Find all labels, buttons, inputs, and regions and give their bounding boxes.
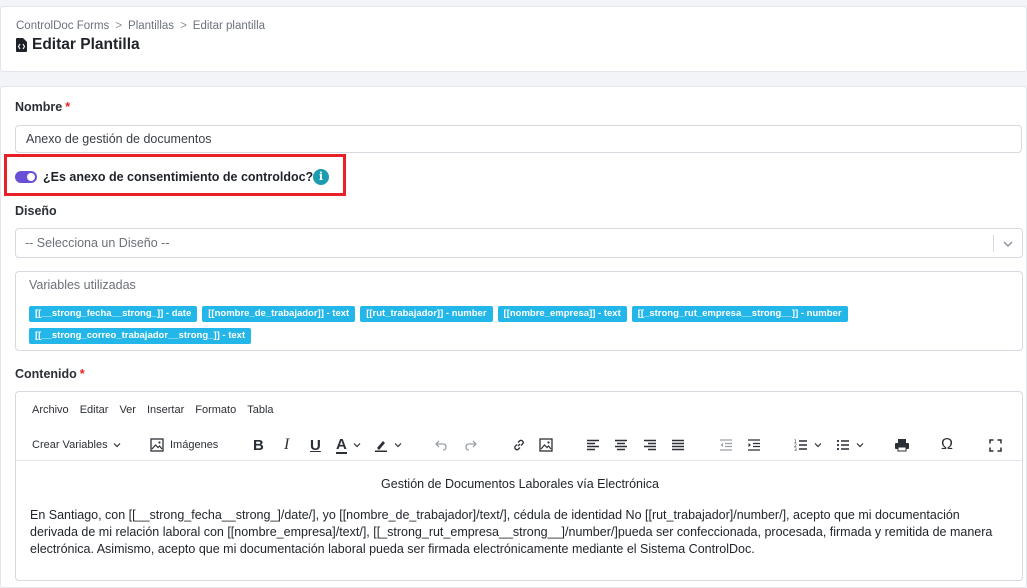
imagenes-label: Imágenes: [170, 439, 219, 451]
chevron-down-icon: [856, 443, 864, 448]
variables-title: Variables utilizadas: [29, 278, 136, 292]
indent-button[interactable]: [747, 434, 761, 456]
rich-text-editor[interactable]: Archivo Editar Ver Insertar Formato Tabl…: [15, 391, 1023, 581]
variable-chip[interactable]: [[__strong_fecha__strong_]] - date: [29, 306, 198, 322]
menu-formato[interactable]: Formato: [195, 404, 236, 416]
align-right-button[interactable]: [643, 434, 657, 456]
redo-button[interactable]: [464, 434, 478, 456]
link-icon: [514, 439, 524, 451]
code-file-icon: [16, 38, 27, 52]
align-center-icon: [615, 439, 627, 451]
menu-ver[interactable]: Ver: [119, 404, 136, 416]
variable-chip[interactable]: [[_strong_rut_empresa__strong__]] - numb…: [631, 306, 848, 322]
consent-label: ¿Es anexo de consentimiento de controldo…: [43, 170, 314, 184]
print-icon: [895, 439, 909, 452]
numbered-list-button[interactable]: 123: [794, 434, 823, 456]
align-left-icon: [587, 439, 599, 451]
variable-chip[interactable]: [[nombre_de_trabajador]] - text: [202, 306, 356, 322]
variables-chips: [[__strong_fecha__strong_]] - date [[nomb…: [29, 303, 1009, 347]
diseno-placeholder: -- Selecciona un Diseño --: [25, 236, 170, 250]
align-left-button[interactable]: [586, 434, 600, 456]
toolbar-divider: [16, 460, 1022, 461]
variable-chip[interactable]: [[__strong_correo_trabajador__strong_]] …: [29, 328, 252, 344]
chevron-down-icon: [394, 443, 402, 448]
variable-chip[interactable]: [[nombre_empresa]] - text: [497, 306, 627, 322]
bullet-list-icon: [836, 439, 849, 451]
numbered-list-icon: 123: [794, 439, 807, 452]
bold-button[interactable]: B: [253, 434, 264, 456]
outdent-icon: [720, 439, 732, 451]
font-color-button[interactable]: A: [336, 434, 362, 456]
highlighter-icon: [375, 441, 387, 452]
fullscreen-icon: [989, 438, 1002, 452]
nombre-input[interactable]: Anexo de gestión de documentos: [15, 125, 1022, 153]
chevron-down-icon[interactable]: [1002, 237, 1014, 255]
consent-toggle[interactable]: [15, 171, 37, 183]
editor-content[interactable]: Gestión de Documentos Laborales vía Elec…: [30, 476, 1010, 558]
chevron-down-icon: [814, 443, 822, 448]
highlight-color-button[interactable]: [374, 434, 403, 456]
diseno-select[interactable]: -- Selecciona un Diseño --: [15, 228, 1023, 258]
page-title-text: Editar Plantilla: [32, 36, 140, 53]
breadcrumb-plantillas[interactable]: Plantillas: [128, 20, 174, 32]
justify-button[interactable]: [671, 434, 685, 456]
breadcrumb-separator: >: [115, 20, 123, 32]
diseno-label: Diseño: [15, 204, 57, 218]
align-right-icon: [644, 439, 656, 451]
variables-box: Variables utilizadas [[__strong_fecha__s…: [15, 271, 1023, 351]
menu-archivo[interactable]: Archivo: [32, 404, 69, 416]
menu-tabla[interactable]: Tabla: [247, 404, 273, 416]
page-title: Editar Plantilla: [16, 36, 140, 54]
print-button[interactable]: [894, 434, 910, 456]
crear-variables-button[interactable]: Crear Variables: [32, 434, 122, 456]
select-divider: [993, 235, 994, 252]
underline-button[interactable]: U: [310, 434, 321, 456]
indent-icon: [748, 439, 760, 451]
justify-icon: [672, 439, 684, 451]
image-icon: [150, 438, 164, 452]
breadcrumb-current: Editar plantilla: [192, 20, 266, 32]
italic-button[interactable]: I: [284, 434, 289, 456]
editor-toolbar: Crear Variables Imágenes B I U A 1 2 3 Ω: [16, 430, 1022, 460]
outdent-button[interactable]: [719, 434, 733, 456]
insert-image-button[interactable]: [539, 434, 553, 456]
menu-insertar[interactable]: Insertar: [147, 404, 184, 416]
nombre-label: Nombre *: [15, 100, 71, 114]
image-icon: [539, 438, 553, 452]
crear-variables-label: Crear Variables: [32, 439, 108, 451]
chevron-down-icon: [353, 443, 361, 448]
document-title: Gestión de Documentos Laborales vía Elec…: [381, 477, 659, 491]
special-character-button[interactable]: Ω: [941, 434, 953, 456]
menu-editar[interactable]: Editar: [80, 404, 109, 416]
editor-menubar: Archivo Editar Ver Insertar Formato Tabl…: [32, 404, 274, 416]
info-icon[interactable]: i: [313, 169, 329, 185]
fullscreen-button[interactable]: [989, 434, 1002, 456]
undo-icon: [435, 440, 447, 451]
undo-button[interactable]: [434, 434, 448, 456]
breadcrumb-root[interactable]: ControlDoc Forms: [16, 20, 109, 32]
contenido-label: Contenido *: [15, 367, 85, 381]
svg-text:3: 3: [794, 447, 797, 452]
breadcrumb: ControlDoc Forms > Plantillas > Editar plant…: [16, 20, 265, 32]
variable-chip[interactable]: [[rut_trabajador]] - number: [360, 306, 493, 322]
imagenes-button[interactable]: Imágenes: [150, 434, 218, 456]
align-center-button[interactable]: [614, 434, 628, 456]
bullet-list-button[interactable]: [836, 434, 865, 456]
chevron-down-icon: [113, 443, 121, 448]
page-header: ControlDoc Forms > Plantillas > Editar plant…: [0, 6, 1027, 72]
breadcrumb-separator: >: [180, 20, 187, 32]
document-paragraph: En Santiago, con [[__strong_fecha__stron…: [30, 508, 993, 556]
redo-icon: [465, 440, 477, 451]
link-button[interactable]: [512, 434, 526, 456]
